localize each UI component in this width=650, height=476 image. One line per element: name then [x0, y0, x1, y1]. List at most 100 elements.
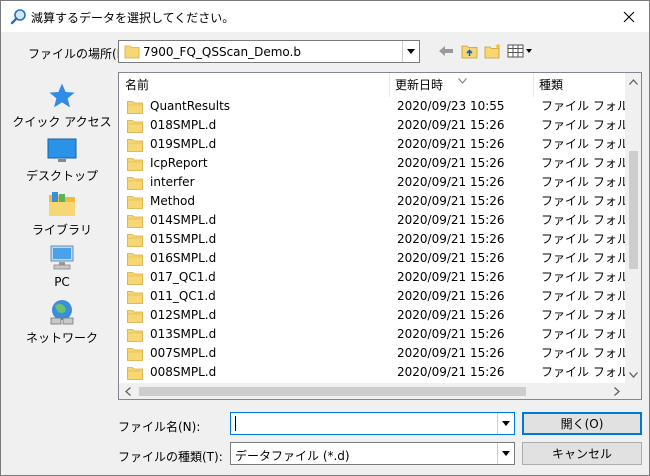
chevron-down-icon[interactable]	[497, 443, 514, 464]
file-name-text: 017_QC1.d	[150, 270, 216, 284]
file-name-text: QuantResults	[150, 99, 231, 113]
horizontal-scroll-thumb[interactable]	[139, 387, 526, 396]
view-menu-button[interactable]	[507, 41, 533, 61]
column-header-type[interactable]: 種類	[533, 73, 625, 97]
folder-icon	[127, 366, 143, 380]
file-name-cell: 017_QC1.d	[127, 268, 389, 287]
close-button[interactable]	[609, 1, 649, 32]
file-date-cell: 2020/09/21 15:26	[397, 118, 505, 132]
back-arrow-icon	[439, 46, 453, 56]
new-folder-button[interactable]	[484, 41, 502, 61]
vertical-scroll-thumb[interactable]	[629, 151, 638, 269]
folder-icon	[127, 271, 143, 285]
file-name-text: 014SMPL.d	[150, 213, 217, 227]
table-row[interactable]: 011_QC1.d 2020/09/21 15:26 ファイル フォルダー	[119, 287, 625, 306]
place-pc[interactable]: PC	[12, 240, 112, 292]
file-name-cell: Method	[127, 192, 389, 211]
file-name-input[interactable]	[232, 414, 495, 433]
computer-icon	[50, 245, 74, 270]
file-name-cell: 015SMPL.d	[127, 230, 389, 249]
file-name-cell: 014SMPL.d	[127, 211, 389, 230]
table-row[interactable]: 012SMPL.d 2020/09/21 15:26 ファイル フォルダー	[119, 306, 625, 325]
file-name-text: 016SMPL.d	[150, 251, 217, 265]
file-type-cell: ファイル フォルダー	[541, 365, 625, 379]
table-row[interactable]: IcpReport 2020/09/21 15:26 ファイル フォルダー	[119, 154, 625, 173]
folder-icon	[127, 176, 143, 190]
chevron-up-icon	[629, 78, 638, 85]
table-row[interactable]: 008SMPL.d 2020/09/21 15:26 ファイル フォルダー	[119, 363, 625, 382]
file-date-cell: 2020/09/21 15:26	[397, 175, 505, 189]
file-name-cell: 013SMPL.d	[127, 325, 389, 344]
cancel-button[interactable]: キャンセル	[522, 442, 642, 465]
file-type-cell: ファイル フォルダー	[541, 137, 625, 151]
chevron-down-icon[interactable]	[402, 41, 419, 62]
back-button[interactable]	[438, 41, 454, 61]
file-name-text: 018SMPL.d	[150, 118, 217, 132]
title-bar[interactable]: 減算するデータを選択してください。	[1, 1, 649, 32]
folder-icon	[127, 347, 143, 361]
file-name-text: 012SMPL.d	[150, 308, 217, 322]
scroll-right-button[interactable]	[608, 383, 625, 399]
star-icon	[49, 83, 75, 108]
file-name-cell: 011_QC1.d	[127, 287, 389, 306]
view-menu-icon	[507, 44, 532, 58]
table-row[interactable]: QuantResults 2020/09/23 10:55 ファイル フォルダー	[119, 97, 625, 116]
folder-icon	[127, 290, 143, 304]
file-type-combobox[interactable]: データファイル (*.d)	[230, 442, 515, 465]
place-label: ネットワーク	[25, 331, 98, 345]
table-row[interactable]: 016SMPL.d 2020/09/21 15:26 ファイル フォルダー	[119, 249, 625, 268]
place-network[interactable]: ネットワーク	[12, 294, 112, 346]
scroll-left-button[interactable]	[119, 383, 136, 399]
look-in-combobox[interactable]: 7900_FQ_QSScan_Demo.b	[118, 40, 420, 63]
file-name-text: 007SMPL.d	[150, 346, 217, 360]
chevron-down-icon	[629, 371, 638, 378]
folder-icon	[127, 138, 143, 152]
file-type-cell: ファイル フォルダー	[541, 346, 625, 360]
places-bar: クイック アクセス デスクトップ ライブラリ PC ネットワーク	[12, 72, 112, 380]
table-row[interactable]: 014SMPL.d 2020/09/21 15:26 ファイル フォルダー	[119, 211, 625, 230]
place-libraries[interactable]: ライブラリ	[12, 186, 112, 238]
folder-icon	[127, 328, 143, 342]
file-date-cell: 2020/09/21 15:26	[397, 346, 505, 360]
file-date-cell: 2020/09/21 15:26	[397, 137, 505, 151]
table-row[interactable]: 015SMPL.d 2020/09/21 15:26 ファイル フォルダー	[119, 230, 625, 249]
file-date-cell: 2020/09/21 15:26	[397, 232, 505, 246]
file-date-cell: 2020/09/21 15:26	[397, 289, 505, 303]
table-row[interactable]: Method 2020/09/21 15:26 ファイル フォルダー	[119, 192, 625, 211]
file-rows: QuantResults2020/09/23 10:55ファイル フォルダー 01…	[119, 97, 625, 382]
chevron-right-icon	[613, 387, 620, 396]
file-type-cell: ファイル フォルダー	[541, 156, 625, 170]
place-quick-access[interactable]: クイック アクセス	[12, 78, 112, 130]
file-list[interactable]: 名前 更新日時 種類 QuantResults 2020/09/23 10:55 フ…	[118, 72, 642, 400]
table-row[interactable]: 013SMPL.d 2020/09/21 15:26 ファイル フォルダー	[119, 325, 625, 344]
file-type-cell: ファイル フォルダー	[541, 232, 625, 246]
network-icon	[50, 300, 74, 325]
file-name-combobox[interactable]	[230, 412, 515, 435]
scroll-up-button[interactable]	[625, 73, 641, 90]
horizontal-scrollbar[interactable]	[119, 383, 625, 399]
file-name-text: 015SMPL.d	[150, 232, 217, 246]
column-header-name[interactable]: 名前	[119, 73, 389, 97]
table-row[interactable]: interfer 2020/09/21 15:26 ファイル フォルダー	[119, 173, 625, 192]
file-name-cell: 008SMPL.d	[127, 363, 389, 382]
place-label: ライブラリ	[31, 223, 92, 237]
vertical-scrollbar[interactable]	[625, 73, 641, 383]
column-header-date[interactable]: 更新日時	[389, 73, 533, 97]
open-button[interactable]: 開く(O)	[522, 412, 642, 435]
file-type-cell: ファイル フォルダー	[541, 99, 625, 113]
table-row[interactable]: 017_QC1.d 2020/09/21 15:26 ファイル フォルダー	[119, 268, 625, 287]
table-row[interactable]: 018SMPL.d 2020/09/21 15:26 ファイル フォルダー	[119, 116, 625, 135]
place-desktop[interactable]: デスクトップ	[12, 132, 112, 184]
file-open-dialog: 減算するデータを選択してください。 ファイルの場所(I): 7900_FQ_QS…	[0, 0, 650, 476]
up-folder-button[interactable]	[461, 41, 479, 61]
file-type-value: データファイル (*.d)	[235, 449, 350, 463]
place-label: クイック アクセス	[12, 115, 112, 129]
folder-icon	[127, 309, 143, 323]
file-date-cell: 2020/09/21 15:26	[397, 194, 505, 208]
scroll-down-button[interactable]	[625, 366, 641, 383]
table-row[interactable]: 007SMPL.d 2020/09/21 15:26 ファイル フォルダー	[119, 344, 625, 363]
file-type-label: ファイルの種類(T):	[118, 450, 223, 464]
chevron-down-icon[interactable]	[497, 413, 514, 434]
text-caret	[235, 416, 236, 431]
table-row[interactable]: 019SMPL.d 2020/09/21 15:26 ファイル フォルダー	[119, 135, 625, 154]
